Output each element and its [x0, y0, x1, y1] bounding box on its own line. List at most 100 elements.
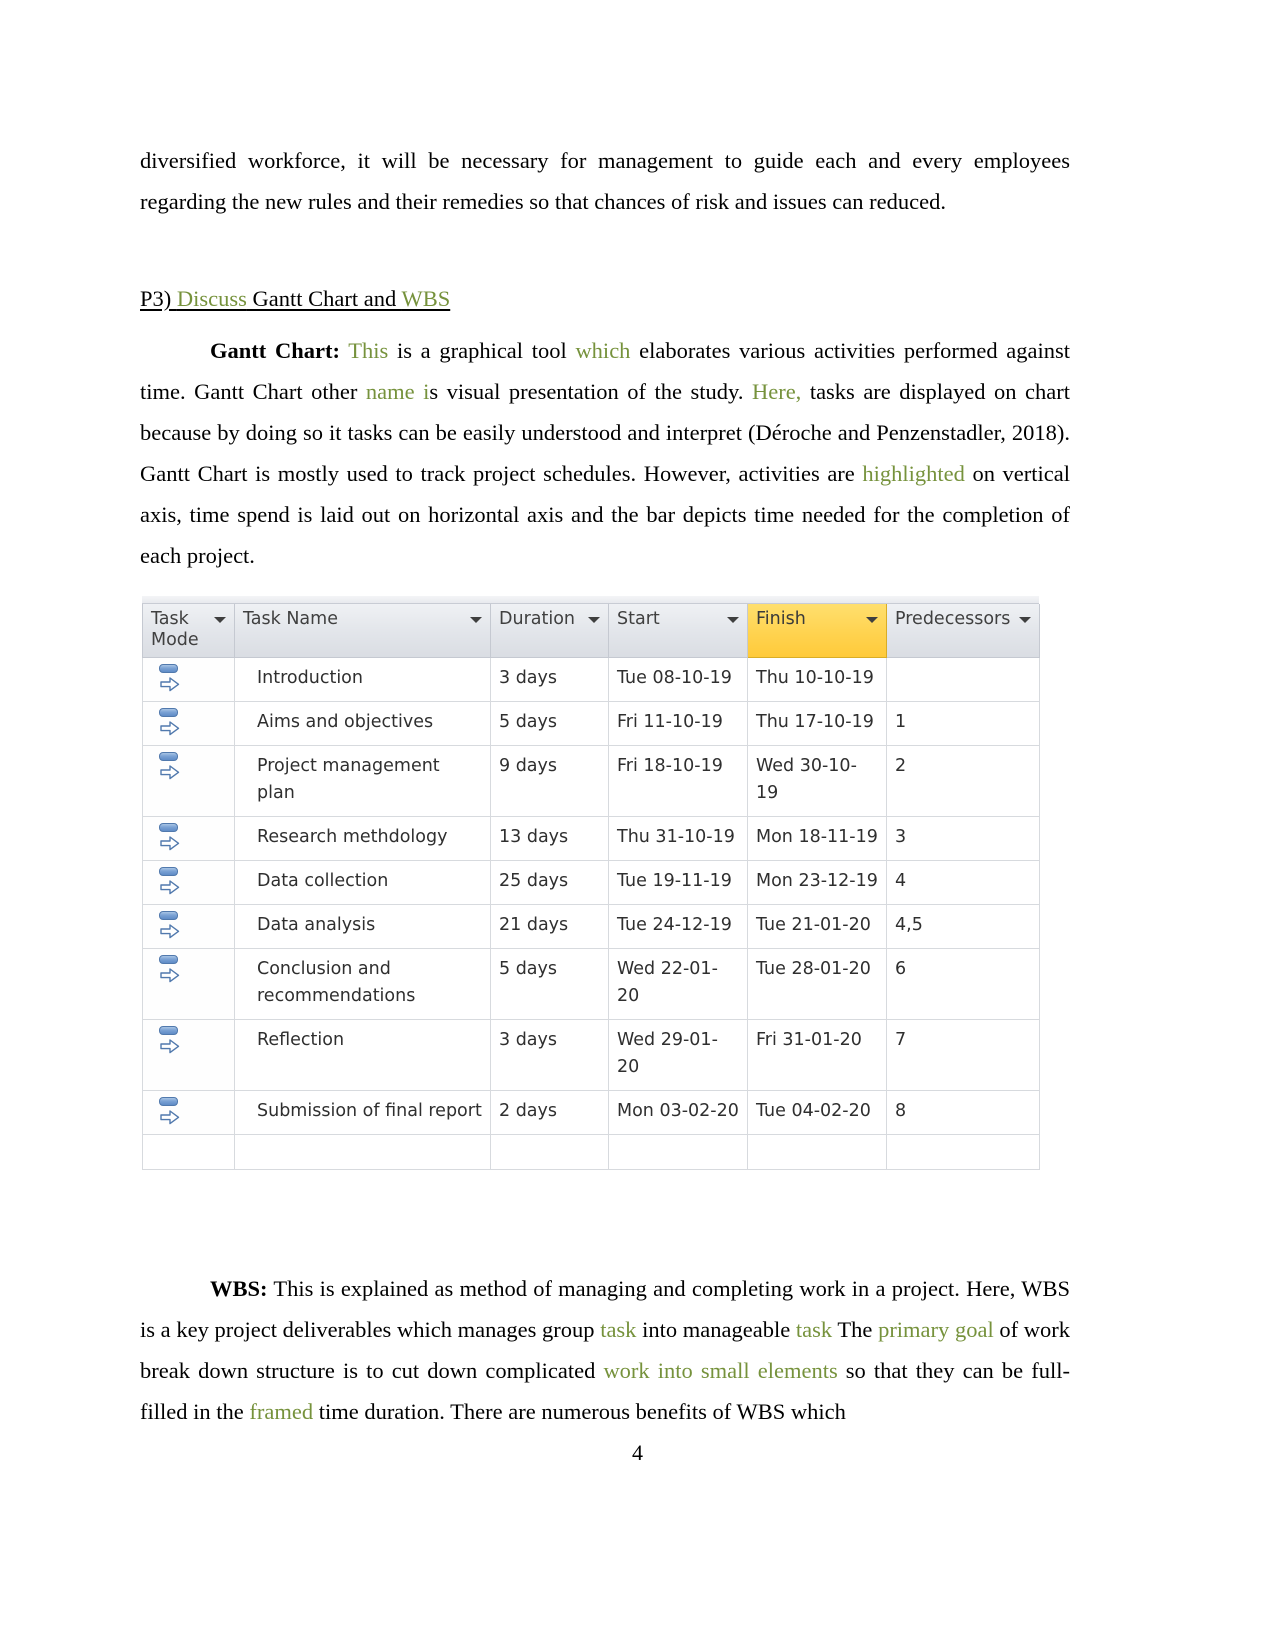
cell-finish[interactable]: Thu 10-10-19 [747, 657, 887, 702]
cell-predecessors[interactable]: 8 [886, 1090, 1040, 1135]
cell-task-name[interactable]: Conclusion and recommendations [234, 948, 491, 1020]
column-header-duration-label: Duration [499, 609, 576, 629]
cell-task-name[interactable]: Aims and objectives [234, 701, 491, 746]
cell-start[interactable]: Tue 24-12-19 [608, 904, 748, 949]
cell-task-mode[interactable] [142, 1019, 235, 1091]
task-mode-arrow-icon [160, 1108, 180, 1135]
cell-predecessors[interactable] [886, 657, 1040, 702]
cell-task-name[interactable]: Reflection [234, 1019, 491, 1091]
manually-scheduled-icon [157, 752, 183, 782]
table-row[interactable]: Reflection 3 days Wed 29-01-20 Fri 31-01-20… [142, 1019, 1040, 1091]
cell-duration[interactable]: 2 days [490, 1090, 609, 1135]
cell-predecessors[interactable]: 3 [886, 816, 1040, 861]
cell-duration[interactable]: 13 days [490, 816, 609, 861]
cell-task-mode[interactable] [142, 701, 235, 746]
column-header-task-name[interactable]: Task Name [234, 604, 491, 658]
cell-empty[interactable] [886, 1134, 1040, 1170]
cell-finish[interactable]: Tue 04-02-20 [747, 1090, 887, 1135]
manually-scheduled-icon [157, 955, 183, 985]
cell-predecessors[interactable]: 4 [886, 860, 1040, 905]
cell-empty[interactable] [490, 1134, 609, 1170]
cell-duration[interactable]: 3 days [490, 1019, 609, 1091]
table-row[interactable]: Conclusion and recommendations 5 days Wed … [142, 948, 1040, 1020]
heading-middle: Gantt Chart and [246, 286, 402, 311]
table-row[interactable]: Data analysis 21 days Tue 24-12-19 Tue 21-0… [142, 904, 1040, 949]
cell-start[interactable]: Fri 11-10-19 [608, 701, 748, 746]
column-header-duration[interactable]: Duration [490, 604, 609, 658]
cell-start[interactable]: Tue 19-11-19 [608, 860, 748, 905]
table-row[interactable]: Aims and objectives 5 days Fri 11-10-19 Thu… [142, 701, 1040, 746]
cell-finish[interactable]: Mon 23-12-19 [747, 860, 887, 905]
chevron-down-icon[interactable] [214, 617, 226, 623]
cell-task-name[interactable]: Data analysis [234, 904, 491, 949]
cell-empty[interactable] [747, 1134, 887, 1170]
cell-predecessors[interactable]: 4,5 [886, 904, 1040, 949]
task-mode-bar-icon [159, 911, 178, 920]
cell-duration[interactable]: 3 days [490, 657, 609, 702]
cell-finish[interactable]: Thu 17-10-19 [747, 701, 887, 746]
cell-finish[interactable]: Fri 31-01-20 [747, 1019, 887, 1091]
cell-finish[interactable]: Wed 30-10-19 [747, 745, 887, 817]
cell-predecessors[interactable]: 2 [886, 745, 1040, 817]
intro-paragraph: diversified workforce, it will be necess… [140, 140, 1070, 222]
wbs-green-work-into-small-elements: work into small elements [603, 1358, 838, 1383]
column-header-predecessors[interactable]: Predecessors [886, 604, 1040, 658]
cell-task-mode[interactable] [142, 816, 235, 861]
column-header-start[interactable]: Start [608, 604, 748, 658]
cell-task-name[interactable]: Introduction [234, 657, 491, 702]
page-title: P3) Discuss Gantt Chart and WBS [140, 282, 1070, 316]
cell-start[interactable]: Mon 03-02-20 [608, 1090, 748, 1135]
table-row[interactable]: Project management plan 9 days Fri 18-10-1… [142, 745, 1040, 817]
table-row[interactable]: Data collection 25 days Tue 19-11-19 Mon 23… [142, 860, 1040, 905]
cell-task-mode[interactable] [142, 904, 235, 949]
column-header-task-name-label: Task Name [243, 609, 338, 629]
table-row-empty[interactable] [142, 1134, 1040, 1170]
cell-start[interactable]: Wed 29-01-20 [608, 1019, 748, 1091]
chevron-down-icon[interactable] [588, 617, 600, 623]
cell-task-name[interactable]: Data collection [234, 860, 491, 905]
cell-empty[interactable] [608, 1134, 748, 1170]
cell-duration[interactable]: 5 days [490, 701, 609, 746]
cell-finish[interactable]: Mon 18-11-19 [747, 816, 887, 861]
chevron-down-icon[interactable] [866, 617, 878, 623]
chevron-down-icon[interactable] [727, 617, 739, 623]
column-header-start-label: Start [617, 609, 660, 629]
cell-start[interactable]: Thu 31-10-19 [608, 816, 748, 861]
cell-finish[interactable]: Tue 28-01-20 [747, 948, 887, 1020]
cell-predecessors[interactable]: 1 [886, 701, 1040, 746]
cell-task-mode[interactable] [142, 948, 235, 1020]
wbs-green-primary-goal: primary goal [878, 1317, 994, 1342]
cell-duration[interactable]: 21 days [490, 904, 609, 949]
cell-empty[interactable] [234, 1134, 491, 1170]
cell-predecessors[interactable]: 7 [886, 1019, 1040, 1091]
cell-empty[interactable] [142, 1134, 235, 1170]
cell-duration[interactable]: 9 days [490, 745, 609, 817]
cell-finish[interactable]: Tue 21-01-20 [747, 904, 887, 949]
cell-predecessors[interactable]: 6 [886, 948, 1040, 1020]
task-mode-bar-icon [159, 1097, 178, 1106]
cell-task-name[interactable]: Project management plan [234, 745, 491, 817]
chevron-down-icon[interactable] [470, 617, 482, 623]
cell-task-mode[interactable] [142, 1090, 235, 1135]
cell-start[interactable]: Tue 08-10-19 [608, 657, 748, 702]
cell-task-mode[interactable] [142, 657, 235, 702]
heading-green-discuss: Discuss [176, 286, 247, 311]
column-header-finish[interactable]: Finish [747, 604, 887, 658]
cell-start[interactable]: Wed 22-01-20 [608, 948, 748, 1020]
cell-task-mode[interactable] [142, 745, 235, 817]
table-row[interactable]: Research methdology 13 days Thu 31-10-19 Mo… [142, 816, 1040, 861]
cell-task-name[interactable]: Submission of final report [234, 1090, 491, 1135]
column-header-task-mode[interactable]: Task Mode [142, 604, 235, 658]
table-row[interactable]: Submission of final report 2 days Mon 03-0… [142, 1090, 1040, 1135]
task-mode-arrow-icon [160, 763, 180, 790]
gantt-chart-label: Gantt Chart: [210, 338, 340, 363]
cell-task-name[interactable]: Research methdology [234, 816, 491, 861]
cell-start[interactable]: Fri 18-10-19 [608, 745, 748, 817]
cell-duration[interactable]: 5 days [490, 948, 609, 1020]
cell-duration[interactable]: 25 days [490, 860, 609, 905]
cell-task-mode[interactable] [142, 860, 235, 905]
chevron-down-icon[interactable] [1019, 617, 1031, 623]
table-row[interactable]: Introduction 3 days Tue 08-10-19 Thu 10-10-… [142, 657, 1040, 702]
